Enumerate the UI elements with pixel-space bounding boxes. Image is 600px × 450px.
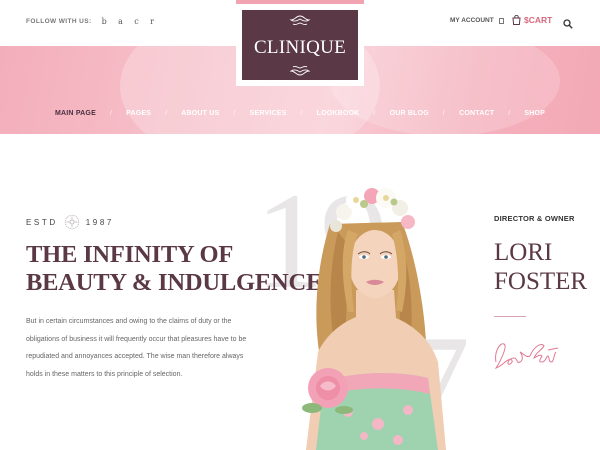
hero-paragraph: But in certain circumstances and owing t…	[26, 318, 247, 379]
established-line: ESTD 1987	[26, 214, 114, 230]
follow-label: FOLLOW WITH US:	[26, 18, 92, 25]
logo-ornament-bottom-icon	[289, 65, 311, 76]
flower-emblem-icon	[64, 214, 79, 230]
search-button[interactable]	[563, 16, 573, 34]
owner-first-name: LORI	[494, 239, 553, 266]
nav-pages[interactable]: PAGES	[126, 110, 151, 117]
nav-contact[interactable]: CONTACT	[459, 110, 494, 117]
nav-about-us[interactable]: ABOUT US	[181, 110, 219, 117]
owner-divider	[494, 316, 526, 317]
nav-separator: /	[373, 109, 376, 117]
nav-separator: /	[233, 109, 236, 117]
nav-separator: /	[508, 109, 511, 117]
nav-separator: /	[165, 109, 168, 117]
my-account-label: MY ACCOUNT	[450, 17, 494, 24]
social-icon-c[interactable]: c	[134, 17, 139, 26]
nav-services[interactable]: SERVICES	[250, 110, 287, 117]
social-icon-b[interactable]: b	[102, 17, 108, 26]
nav-shop[interactable]: SHOP	[524, 110, 545, 117]
nav-main-page[interactable]: MAIN PAGE	[55, 110, 96, 117]
owner-name: LORI FOSTER	[494, 238, 587, 296]
nav-separator: /	[442, 109, 446, 117]
estd-prefix: ESTD	[26, 217, 58, 227]
headline-line-2: BEAUTY & INDULGENCE	[26, 269, 323, 296]
owner-signature-image	[494, 343, 559, 369]
logo-box: CLINIQUE	[242, 10, 358, 80]
logo[interactable]: CLINIQUE	[236, 4, 364, 86]
owner-role: DIRECTOR & OWNER	[494, 214, 575, 223]
logo-ornament-top-icon	[289, 15, 311, 26]
social-icon-a[interactable]: a	[118, 17, 123, 26]
social-icon-r[interactable]: r	[150, 17, 154, 26]
search-icon	[563, 19, 573, 29]
shopping-bag-icon	[512, 15, 521, 25]
my-account-link[interactable]: MY ACCOUNT	[450, 17, 504, 24]
cart-label: $CART	[524, 15, 553, 25]
nav-separator: /	[300, 109, 303, 117]
main-nav: MAIN PAGE / PAGES / ABOUT US / SERVICES …	[0, 106, 600, 120]
headline-line-1: THE INFINITY OF	[26, 241, 234, 268]
nav-our-blog[interactable]: OUR BLOG	[390, 110, 429, 117]
user-box-icon	[498, 17, 504, 24]
social-follow: FOLLOW WITH US: b a c r	[26, 17, 165, 26]
hero-headline: THE INFINITY OF BEAUTY & INDULGENCE	[26, 241, 322, 297]
owner-last-name: FOSTER	[494, 268, 588, 295]
model-portrait-image	[302, 188, 446, 450]
cart-link[interactable]: $CART	[512, 15, 552, 25]
nav-lookbook[interactable]: LOOKBOOK	[317, 110, 360, 117]
logo-text: CLINIQUE	[253, 36, 347, 58]
nav-separator: /	[109, 109, 113, 117]
estd-year: 1987	[85, 217, 114, 227]
